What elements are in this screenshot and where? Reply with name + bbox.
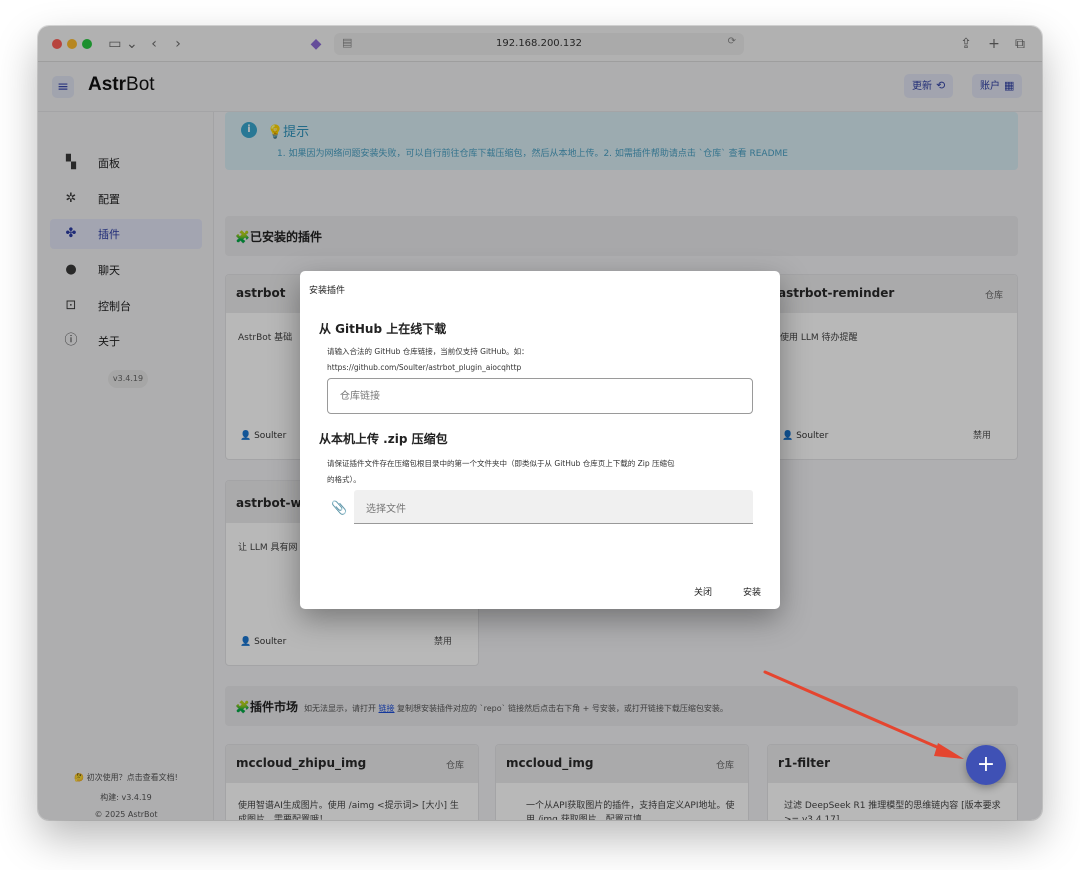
file-picker[interactable]: 选择文件 (354, 490, 753, 524)
dialog-title: 安装插件 (309, 286, 346, 296)
repo-url-field[interactable] (327, 378, 753, 414)
install-button[interactable]: 安装 (743, 585, 761, 598)
close-button[interactable]: 关闭 (694, 585, 712, 598)
zip-heading: 从本机上传 .zip 压缩包 (319, 432, 448, 446)
repo-url-input[interactable] (340, 388, 740, 404)
file-picker-label: 选择文件 (366, 504, 406, 515)
zip-description-line-2: 的格式）。 (327, 475, 361, 484)
zip-description-line-1: 请保证插件文件存在压缩包根目录中的第一个文件夹中（即类似于从 GitHub 仓库… (327, 459, 675, 468)
install-plugin-dialog: 安装插件 从 GitHub 上在线下载 请输入合法的 GitHub 仓库链接，当… (300, 271, 780, 609)
github-example-url: https://github.com/Soulter/astrbot_plugi… (327, 363, 522, 372)
plus-icon: + (976, 752, 996, 777)
browser-window: ▭ ⌄ ‹ › ◆ ▤ 192.168.200.132 ⟳ ⇪ + ⧉ ≡ As… (38, 26, 1042, 820)
github-heading: 从 GitHub 上在线下载 (319, 322, 447, 336)
add-plugin-fab[interactable]: + (966, 745, 1006, 785)
paperclip-icon[interactable]: 📎 (331, 501, 347, 516)
github-description: 请输入合法的 GitHub 仓库链接，当前仅支持 GitHub。如： (327, 347, 529, 356)
